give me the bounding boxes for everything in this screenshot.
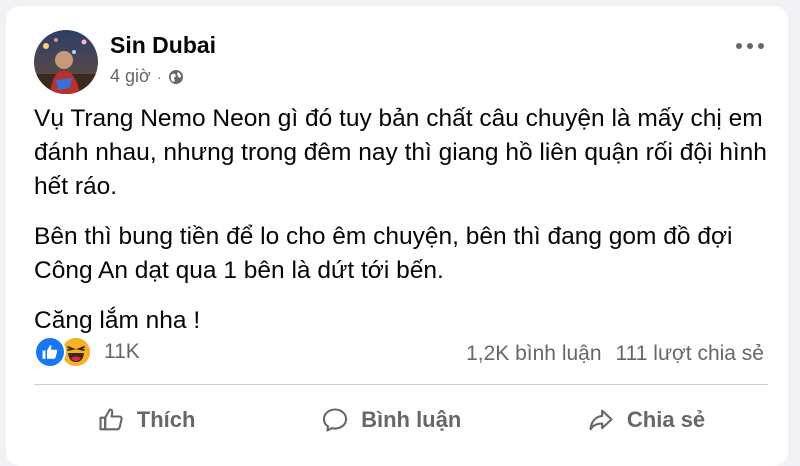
like-reaction-icon [34,336,66,368]
post-meta: 4 giờ · [110,66,184,87]
post-paragraph: Bên thì bung tiền để lo cho êm chuyện, b… [34,223,733,284]
comment-bubble-icon [322,408,348,432]
globe-icon[interactable] [168,69,184,85]
post-card: Sin Dubai 4 giờ · Vụ Trang Nemo Neon gì … [6,6,788,466]
share-count[interactable]: 111 lượt chia sẻ [616,342,764,366]
post-stats: 1,2K bình luận 111 lượt chia sẻ [466,342,764,366]
thumbs-up-icon [99,408,123,431]
post-paragraph: Vụ Trang Nemo Neon gì đó tuy bản chất câ… [34,105,767,200]
like-label: Thích [136,407,196,432]
share-label: Chia sẻ [626,407,706,432]
author-name[interactable]: Sin Dubai [110,32,216,59]
comment-count[interactable]: 1,2K bình luận [466,342,601,366]
like-button[interactable]: Thích [97,406,196,434]
more-options-icon[interactable] [736,40,764,52]
meta-separator: · [156,68,162,85]
reaction-count: 11K [104,340,140,363]
divider [34,384,768,385]
share-button[interactable]: Chia sẻ [587,406,705,434]
comment-label: Bình luận [361,407,462,432]
comment-button[interactable]: Bình luận [321,406,461,434]
action-bar: Thích Bình luận Chia sẻ [34,394,768,446]
share-arrow-icon [589,409,613,431]
post-time[interactable]: 4 giờ [110,66,151,87]
post-body: Vụ Trang Nemo Neon gì đó tuy bản chất câ… [34,102,774,354]
post-paragraph: Căng lắm nha ! [34,307,201,334]
reactions-summary[interactable]: 11K [34,336,140,368]
avatar[interactable] [34,30,98,94]
